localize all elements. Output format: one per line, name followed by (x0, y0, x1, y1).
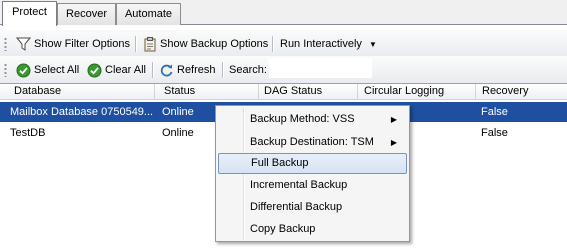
selection-toolbar: Select All Clear All Refresh Search: (0, 56, 567, 84)
menu-item-copy-backup[interactable]: Copy Backup (218, 219, 407, 240)
menu-item-full-backup[interactable]: Full Backup (218, 153, 407, 174)
column-header-dag-status[interactable]: DAG Status (259, 84, 358, 100)
cell-database: TestDB (10, 127, 46, 139)
refresh-button[interactable]: Refresh (157, 60, 218, 80)
run-interactively-label: Run Interactively (280, 38, 362, 50)
filter-icon (16, 37, 31, 51)
search-label-text: Search: (229, 64, 267, 76)
toolbar-grip[interactable] (4, 37, 7, 51)
toolbar-separator (135, 36, 136, 52)
clear-all-button[interactable]: Clear All (85, 60, 148, 80)
check-circle-icon (16, 63, 31, 78)
cell-recovery: False (481, 127, 508, 139)
clear-all-label: Clear All (105, 64, 146, 76)
tab-automate[interactable]: Automate (116, 3, 181, 25)
menu-item-backup-method[interactable]: Backup Method: VSS ▶ (218, 109, 407, 130)
menu-item-label: Backup Destination: TSM (250, 136, 374, 148)
menu-item-label: Copy Backup (250, 223, 316, 235)
search-input[interactable] (269, 58, 372, 78)
search-label: Search: (227, 60, 269, 80)
cell-database: Mailbox Database 0750549... (10, 106, 154, 118)
tab-recover[interactable]: Recover (57, 3, 116, 25)
show-filter-options-button[interactable]: Show Filter Options (14, 34, 132, 54)
column-header-status[interactable]: Status (155, 84, 259, 100)
menu-item-incremental-backup[interactable]: Incremental Backup (218, 175, 407, 196)
show-backup-options-label: Show Backup Options (160, 38, 269, 50)
tab-protect[interactable]: Protect (2, 1, 57, 26)
context-menu: Backup Method: VSS ▶ Backup Destination:… (215, 105, 410, 242)
select-all-label: Select All (34, 64, 80, 76)
submenu-arrow-icon: ▶ (390, 138, 397, 147)
show-backup-options-button[interactable]: Show Backup Options (141, 34, 270, 54)
cell-recovery: False (481, 106, 508, 118)
tab-recover-label: Recover (66, 8, 107, 20)
toolbar-separator (222, 62, 223, 78)
toolbar-separator (152, 62, 153, 78)
tab-strip: Protect Recover Automate (0, 0, 567, 26)
menu-item-backup-destination[interactable]: Backup Destination: TSM ▶ (218, 132, 407, 153)
toolbar-grip[interactable] (4, 63, 7, 77)
caret-down-icon: ▼ (368, 39, 377, 49)
column-header-database[interactable]: Database (0, 84, 155, 100)
tab-protect-label: Protect (12, 6, 47, 18)
menu-item-label: Incremental Backup (250, 179, 348, 191)
grid-header: Database Status DAG Status Circular Logg… (0, 84, 567, 100)
menu-item-label: Differential Backup (250, 201, 343, 213)
refresh-icon (159, 63, 174, 78)
submenu-arrow-icon: ▶ (390, 115, 397, 124)
menu-item-differential-backup[interactable]: Differential Backup (218, 197, 407, 218)
clipboard-icon (143, 36, 157, 52)
menu-item-label: Full Backup (251, 157, 309, 169)
toolbar-separator (272, 36, 273, 52)
column-header-circular-logging[interactable]: Circular Logging (358, 84, 476, 100)
options-toolbar: Show Filter Options Show Backup Options … (0, 30, 567, 58)
show-filter-options-label: Show Filter Options (34, 38, 130, 50)
menu-item-label: Backup Method: VSS (250, 113, 355, 125)
tab-automate-label: Automate (124, 8, 173, 20)
refresh-label: Refresh (177, 64, 216, 76)
check-circle-icon (87, 63, 102, 78)
select-all-button[interactable]: Select All (14, 60, 81, 80)
column-header-recovery[interactable]: Recovery (476, 84, 567, 100)
run-interactively-dropdown[interactable]: Run Interactively ▼ (278, 34, 379, 54)
